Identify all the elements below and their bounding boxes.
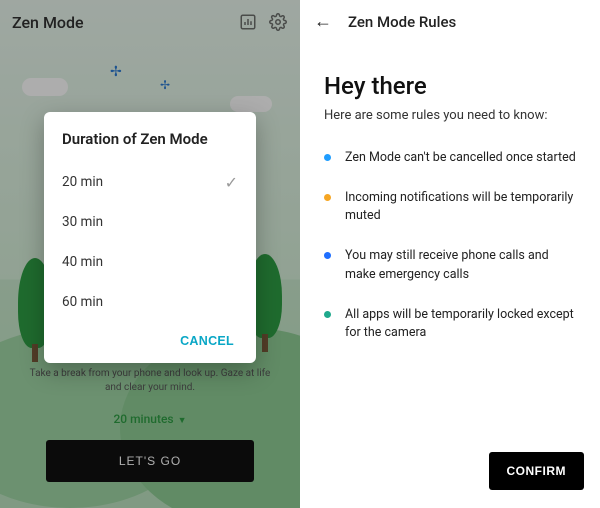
checkmark-icon: ✓: [225, 173, 238, 192]
rule-item: Zen Mode can't be cancelled once started: [324, 149, 576, 167]
rules-header: ← Zen Mode Rules: [300, 0, 600, 44]
bullet-icon: [324, 154, 331, 161]
rule-text: Zen Mode can't be cancelled once started: [345, 149, 576, 167]
zen-rules-screen: ← Zen Mode Rules Hey there Here are some…: [300, 0, 600, 508]
rule-item: Incoming notifications will be temporari…: [324, 189, 576, 225]
rules-heading: Hey there: [324, 72, 576, 100]
duration-option[interactable]: 40 min: [62, 242, 238, 282]
option-label: 60 min: [62, 294, 103, 310]
cancel-button[interactable]: CANCEL: [180, 334, 234, 348]
duration-option[interactable]: 60 min: [62, 282, 238, 322]
confirm-button[interactable]: CONFIRM: [489, 452, 585, 490]
bullet-icon: [324, 194, 331, 201]
rules-title: Zen Mode Rules: [348, 13, 456, 31]
rule-item: All apps will be temporarily locked exce…: [324, 306, 576, 342]
bullet-icon: [324, 311, 331, 318]
duration-dialog: Duration of Zen Mode 20 min ✓ 30 min 40 …: [44, 112, 256, 363]
rule-item: You may still receive phone calls and ma…: [324, 247, 576, 283]
dialog-title: Duration of Zen Mode: [62, 130, 238, 148]
bullet-icon: [324, 252, 331, 259]
rule-text: Incoming notifications will be temporari…: [345, 189, 576, 225]
rules-subtitle: Here are some rules you need to know:: [324, 108, 576, 123]
rule-text: All apps will be temporarily locked exce…: [345, 306, 576, 342]
zen-mode-screen: ✢✢ Zen Mode Take a break from your phone…: [0, 0, 300, 508]
option-label: 30 min: [62, 214, 103, 230]
duration-option[interactable]: 20 min ✓: [62, 162, 238, 202]
rule-text: You may still receive phone calls and ma…: [345, 247, 576, 283]
option-label: 20 min: [62, 174, 103, 190]
option-label: 40 min: [62, 254, 103, 270]
duration-option[interactable]: 30 min: [62, 202, 238, 242]
back-arrow-icon[interactable]: ←: [314, 13, 332, 31]
